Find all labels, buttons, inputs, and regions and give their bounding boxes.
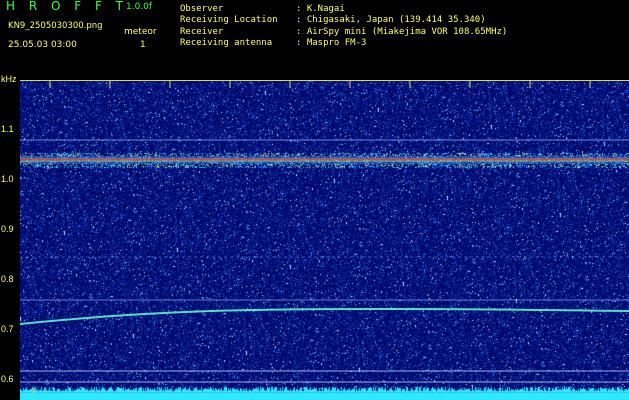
- y-tick-1-1: 1.1: [1, 124, 14, 134]
- noise-floor-band: [20, 393, 629, 400]
- y-tick-0-7: 0.7: [1, 324, 14, 334]
- spectrogram-plot: [20, 80, 629, 400]
- observer-label: Observer: [180, 4, 224, 14]
- location-value: : Chigasaki, Japan (139.414 35.340): [296, 15, 486, 25]
- version-label: 1.0.0f: [126, 2, 153, 12]
- meteor-label: meteor: [124, 27, 157, 37]
- location-label: Receiving Location: [180, 15, 278, 25]
- spectrogram-window: H R O F F T 1.0.0f KN9_2505030300.png me…: [0, 0, 629, 400]
- y-tick-0-6: 0.6: [1, 374, 14, 384]
- y-tick-0-9: 0.9: [1, 224, 14, 234]
- observer-value: : K.Nagai: [296, 4, 345, 14]
- filename-label: KN9_2505030300.png: [8, 21, 103, 31]
- doppler-trace: [20, 307, 629, 325]
- antenna-label: Receiving antenna: [180, 38, 273, 48]
- y-tick-0-8: 0.8: [1, 274, 14, 284]
- antenna-value: : Maspro FM-3: [296, 38, 367, 48]
- y-tick-1-0: 1.0: [1, 174, 14, 184]
- meteor-count: 1: [140, 40, 146, 50]
- y-unit-label: kHz: [1, 74, 17, 84]
- minute-ticks: [49, 80, 591, 88]
- receiver-label: Receiver: [180, 27, 224, 37]
- carrier-band-glow: [20, 156, 629, 164]
- receiver-value: : AirSpy mini (Miakejima VOR 108.65MHz): [296, 27, 508, 37]
- timestamp-label: 25.05.03 03:00: [8, 40, 77, 50]
- app-logo: H R O F F T: [6, 0, 129, 13]
- spectrogram-overlay: [20, 80, 629, 400]
